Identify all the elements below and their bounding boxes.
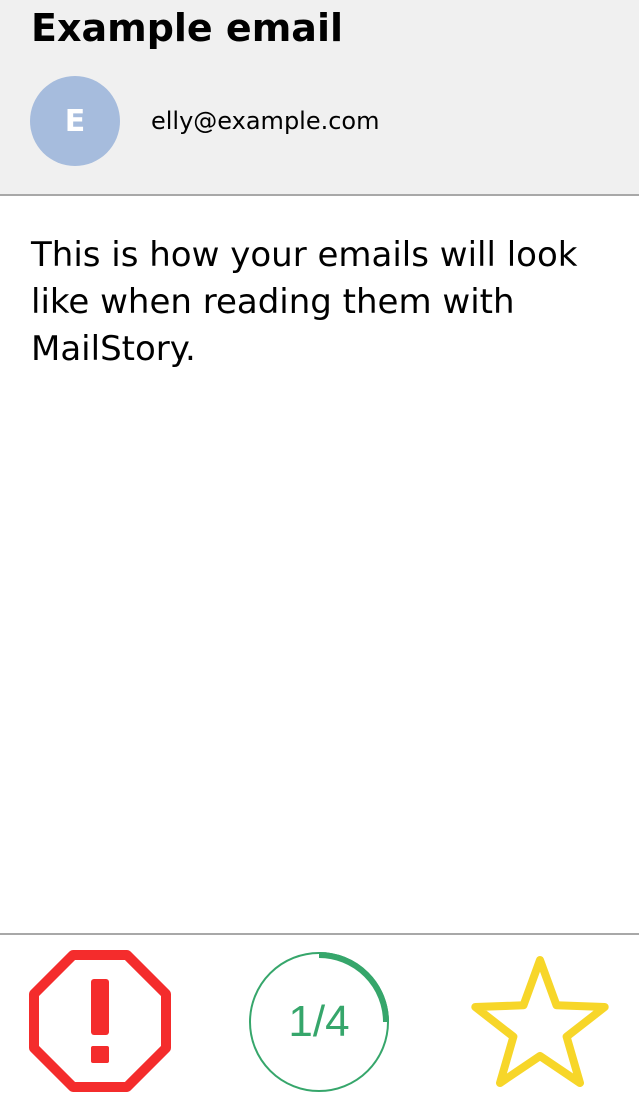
progress-indicator[interactable]: 1/4 <box>246 949 392 1095</box>
sender-address: elly@example.com <box>151 107 380 135</box>
spam-button[interactable] <box>28 949 172 1093</box>
avatar-initial: E <box>64 103 86 139</box>
email-header: Example email E elly@example.com <box>0 0 639 196</box>
progress-ring <box>249 952 389 1092</box>
sender-avatar: E <box>30 76 120 166</box>
star-button[interactable] <box>466 949 614 1095</box>
email-body: This is how your emails will look like w… <box>31 235 578 369</box>
star-outline-icon <box>471 956 609 1087</box>
action-bar: 1/4 <box>0 933 639 1104</box>
email-subject: Example email <box>31 6 343 50</box>
progress-arc <box>318 952 389 1023</box>
octagon-exclamation-icon <box>29 950 171 1092</box>
